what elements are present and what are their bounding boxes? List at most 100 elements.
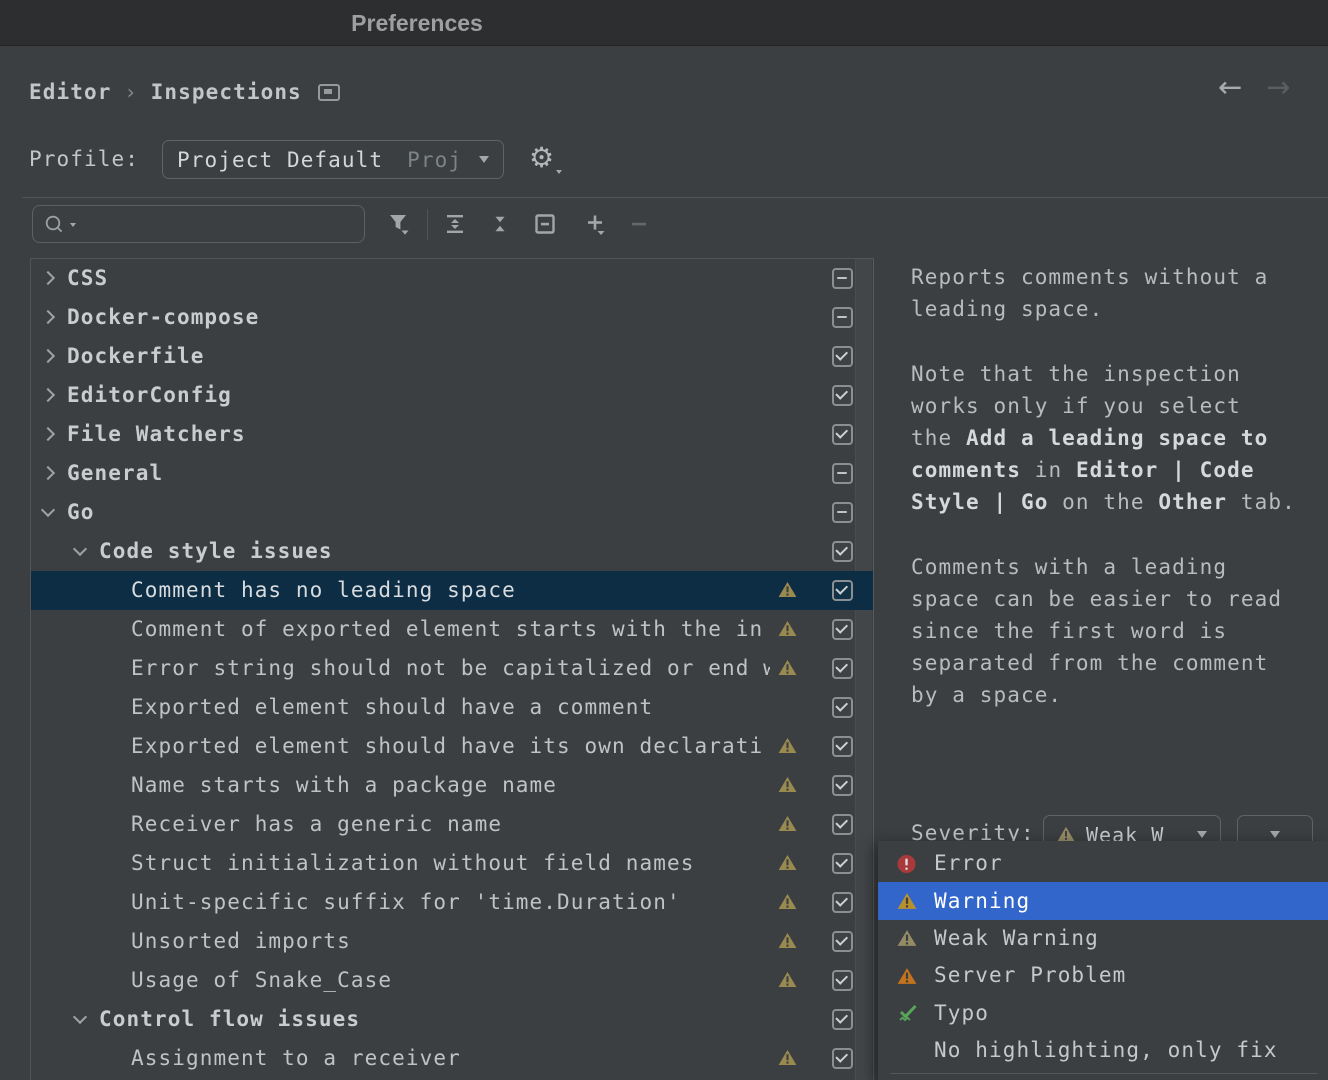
description-line: separated from the comment [911, 647, 1321, 679]
server-problem-icon [897, 967, 920, 985]
tree-row-label: Dockerfile [67, 337, 770, 376]
chevron-down-icon[interactable] [73, 542, 87, 556]
tree-row-code-style-issues[interactable]: Code style issues [31, 532, 873, 571]
tree-row-exported-element-should-have-a-comment[interactable]: Exported element should have a comment [31, 688, 873, 727]
severity-option-label: Typo [934, 995, 989, 1032]
weak-warning-icon [897, 929, 920, 947]
checkbox[interactable] [832, 970, 853, 991]
search-options-caret-icon[interactable] [70, 223, 76, 227]
tree-row-general[interactable]: General [31, 454, 873, 493]
checkbox[interactable] [832, 892, 853, 913]
warning-icon [778, 776, 797, 797]
profile-value-secondary: Proj [407, 148, 462, 172]
warning-icon [778, 815, 797, 836]
panel-divider[interactable] [873, 258, 874, 1080]
back-arrow-icon[interactable]: ← [1218, 72, 1242, 102]
warning-icon [778, 1049, 797, 1070]
tree-row-usage-of-snake-case[interactable]: Usage of Snake_Case [31, 961, 873, 1000]
checkbox[interactable] [832, 619, 853, 640]
severity-option-server-problem[interactable]: Server Problem [878, 957, 1328, 994]
tree-row-unit-specific-suffix-for-time-duration[interactable]: Unit-specific suffix for 'time.Duration' [31, 883, 873, 922]
checkbox[interactable] [832, 775, 853, 796]
typo-icon [897, 1004, 920, 1023]
description-line: comments in Editor | Code [911, 454, 1321, 486]
add-inspection-icon[interactable] [584, 213, 606, 235]
chevron-right-icon[interactable] [41, 271, 55, 285]
chevron-right-icon[interactable] [41, 349, 55, 363]
toolbar-separator [427, 209, 428, 240]
description-line: leading space. [911, 293, 1321, 325]
checkbox[interactable] [832, 502, 853, 523]
severity-option-error[interactable]: Error [878, 845, 1328, 882]
search-box[interactable] [32, 205, 365, 243]
chevron-down-icon[interactable] [73, 1010, 87, 1024]
checkbox[interactable] [832, 307, 853, 328]
severity-option-weak-warning[interactable]: Weak Warning [878, 920, 1328, 957]
checkbox[interactable] [832, 853, 853, 874]
chevron-down-icon[interactable] [41, 503, 55, 517]
breadcrumb-editor[interactable]: Editor [29, 80, 111, 104]
severity-option-no-highlighting-only-fix[interactable]: No highlighting, only fix [878, 1032, 1328, 1069]
tree-row-go[interactable]: Go [31, 493, 873, 532]
window-title: Preferences [351, 10, 483, 37]
profile-select[interactable]: Project Default Proj [162, 140, 504, 179]
tree-row-name-starts-with-a-package-name[interactable]: Name starts with a package name [31, 766, 873, 805]
chevron-right-icon[interactable] [41, 310, 55, 324]
description-line: Comments with a leading [911, 551, 1321, 583]
search-input[interactable] [85, 210, 359, 240]
tree-row-docker-compose[interactable]: Docker-compose [31, 298, 873, 337]
chevron-down-icon [1197, 831, 1207, 838]
checkbox[interactable] [832, 541, 853, 562]
tree-row-label: Struct initialization without field name… [131, 844, 770, 883]
tree-row-assignment-to-a-receiver[interactable]: Assignment to a receiver [31, 1039, 873, 1078]
chevron-down-icon [479, 156, 489, 163]
checkbox[interactable] [832, 424, 853, 445]
chevron-right-icon[interactable] [41, 427, 55, 441]
expand-all-icon[interactable] [444, 213, 466, 235]
tree-row-file-watchers[interactable]: File Watchers [31, 415, 873, 454]
checkbox[interactable] [832, 1048, 853, 1069]
tree-row-struct-initialization-without-field-names[interactable]: Struct initialization without field name… [31, 844, 873, 883]
severity-option-typo[interactable]: Typo [878, 995, 1328, 1032]
tree-row-comment-has-no-leading-space[interactable]: Comment has no leading space [31, 571, 873, 610]
checkbox[interactable] [832, 931, 853, 952]
reset-inspection-icon[interactable] [534, 213, 556, 235]
checkbox[interactable] [832, 346, 853, 367]
tree-row-error-string-should-not-be-capitalized-or-end-w[interactable]: Error string should not be capitalized o… [31, 649, 873, 688]
dialog-icon [318, 84, 340, 101]
tree-row-label: Unsorted imports [131, 922, 770, 961]
checkbox[interactable] [832, 1009, 853, 1030]
checkbox[interactable] [832, 736, 853, 757]
gear-icon[interactable]: ⚙ [529, 141, 554, 174]
severity-option-label: Server Problem [934, 957, 1126, 994]
separator [22, 197, 1328, 198]
checkbox[interactable] [832, 463, 853, 484]
checkbox[interactable] [832, 814, 853, 835]
description-line: works only if you select [911, 390, 1321, 422]
checkbox[interactable] [832, 697, 853, 718]
chevron-right-icon[interactable] [41, 388, 55, 402]
tree-row-label: File Watchers [67, 415, 770, 454]
tree-row-comment-of-exported-element-starts-with-the-in[interactable]: Comment of exported element starts with … [31, 610, 873, 649]
tree-row-label: Name starts with a package name [131, 766, 770, 805]
severity-option-warning[interactable]: Warning [878, 882, 1328, 919]
checkbox[interactable] [832, 385, 853, 406]
tree-row-exported-element-should-have-its-own-declarati[interactable]: Exported element should have its own dec… [31, 727, 873, 766]
checkbox[interactable] [832, 658, 853, 679]
chevron-right-icon[interactable] [41, 466, 55, 480]
checkbox[interactable] [832, 268, 853, 289]
description-line: since the first word is [911, 615, 1321, 647]
tree-row-receiver-has-a-generic-name[interactable]: Receiver has a generic name [31, 805, 873, 844]
severity-option-label: Warning [934, 883, 1030, 920]
tree-row-unsorted-imports[interactable]: Unsorted imports [31, 922, 873, 961]
checkbox[interactable] [832, 580, 853, 601]
filter-icon[interactable] [387, 213, 409, 235]
tree-row-label: Usage of Snake_Case [131, 961, 770, 1000]
tree-row-editorconfig[interactable]: EditorConfig [31, 376, 873, 415]
tree-row-label: Unit-specific suffix for 'time.Duration' [131, 883, 770, 922]
tree-row-dockerfile[interactable]: Dockerfile [31, 337, 873, 376]
tree-row-control-flow-issues[interactable]: Control flow issues [31, 1000, 873, 1039]
tree-row-css[interactable]: CSS [31, 259, 873, 298]
tree-row-label: General [67, 454, 770, 493]
collapse-all-icon[interactable] [489, 213, 511, 235]
